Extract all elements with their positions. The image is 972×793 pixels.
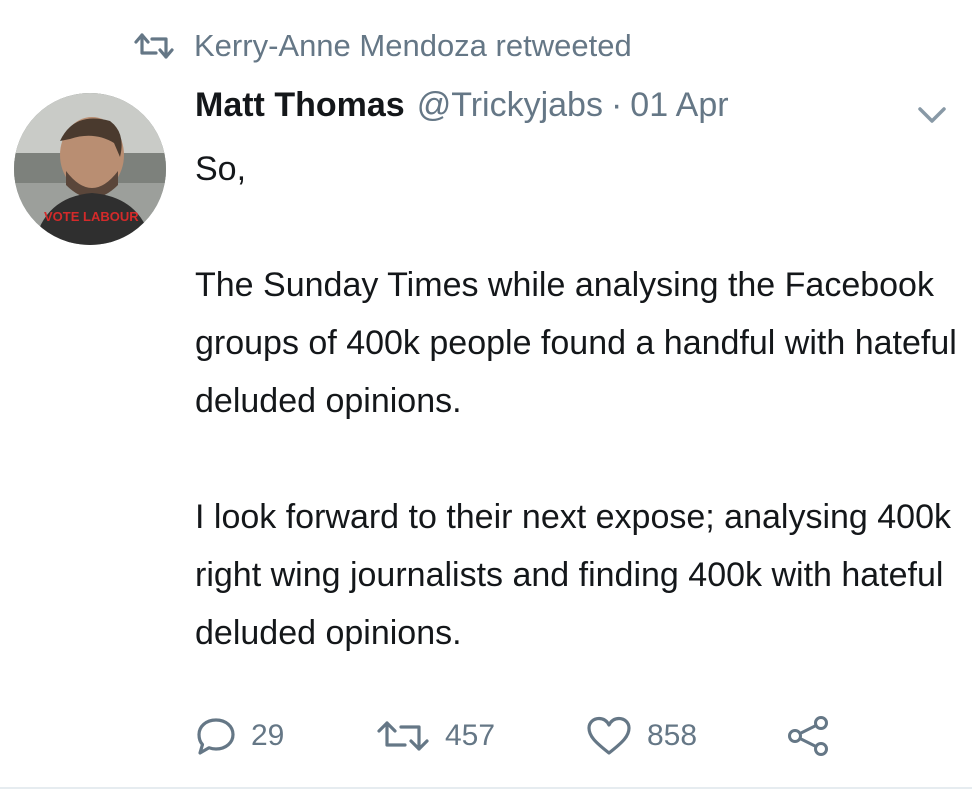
share-icon (788, 716, 828, 756)
retweet-icon (377, 721, 429, 751)
tweet-actions: 29 457 858 (195, 711, 831, 761)
heart-icon (587, 716, 631, 755)
author-handle[interactable]: @Trickyjabs (417, 86, 603, 125)
tweet-paragraph-2: The Sunday Times while analysing the Fac… (195, 266, 957, 420)
author-name[interactable]: Matt Thomas (195, 86, 405, 125)
chevron-down-icon[interactable] (914, 100, 950, 130)
tweet-text: So, The Sunday Times while analysing the… (195, 140, 965, 662)
reply-icon (197, 718, 235, 755)
separator-dot: · (610, 86, 623, 124)
tweet-line-1: So, (195, 150, 247, 188)
tweet-header: Matt Thomas @Trickyjabs · 01 Apr (195, 86, 729, 132)
retweet-banner-text: Kerry-Anne Mendoza retweeted (194, 28, 632, 63)
reply-button[interactable]: 29 (195, 716, 375, 756)
avatar[interactable]: VOTE LABOUR (14, 93, 166, 245)
tweet-paragraph-3: I look forward to their next expose; ana… (195, 498, 951, 652)
share-button[interactable] (785, 714, 831, 758)
retweet-button[interactable]: 457 (375, 718, 585, 754)
like-button[interactable]: 858 (585, 715, 785, 757)
like-count: 858 (647, 719, 698, 752)
retweet-count: 457 (445, 719, 496, 752)
svg-text:VOTE LABOUR: VOTE LABOUR (44, 209, 139, 224)
reply-count: 29 (251, 719, 285, 752)
retweet-icon (134, 33, 174, 59)
tweet-date[interactable]: 01 Apr (630, 86, 728, 125)
retweet-banner[interactable]: Kerry-Anne Mendoza retweeted (132, 26, 632, 66)
avatar-image: VOTE LABOUR (14, 93, 166, 245)
bottom-divider (0, 787, 972, 789)
